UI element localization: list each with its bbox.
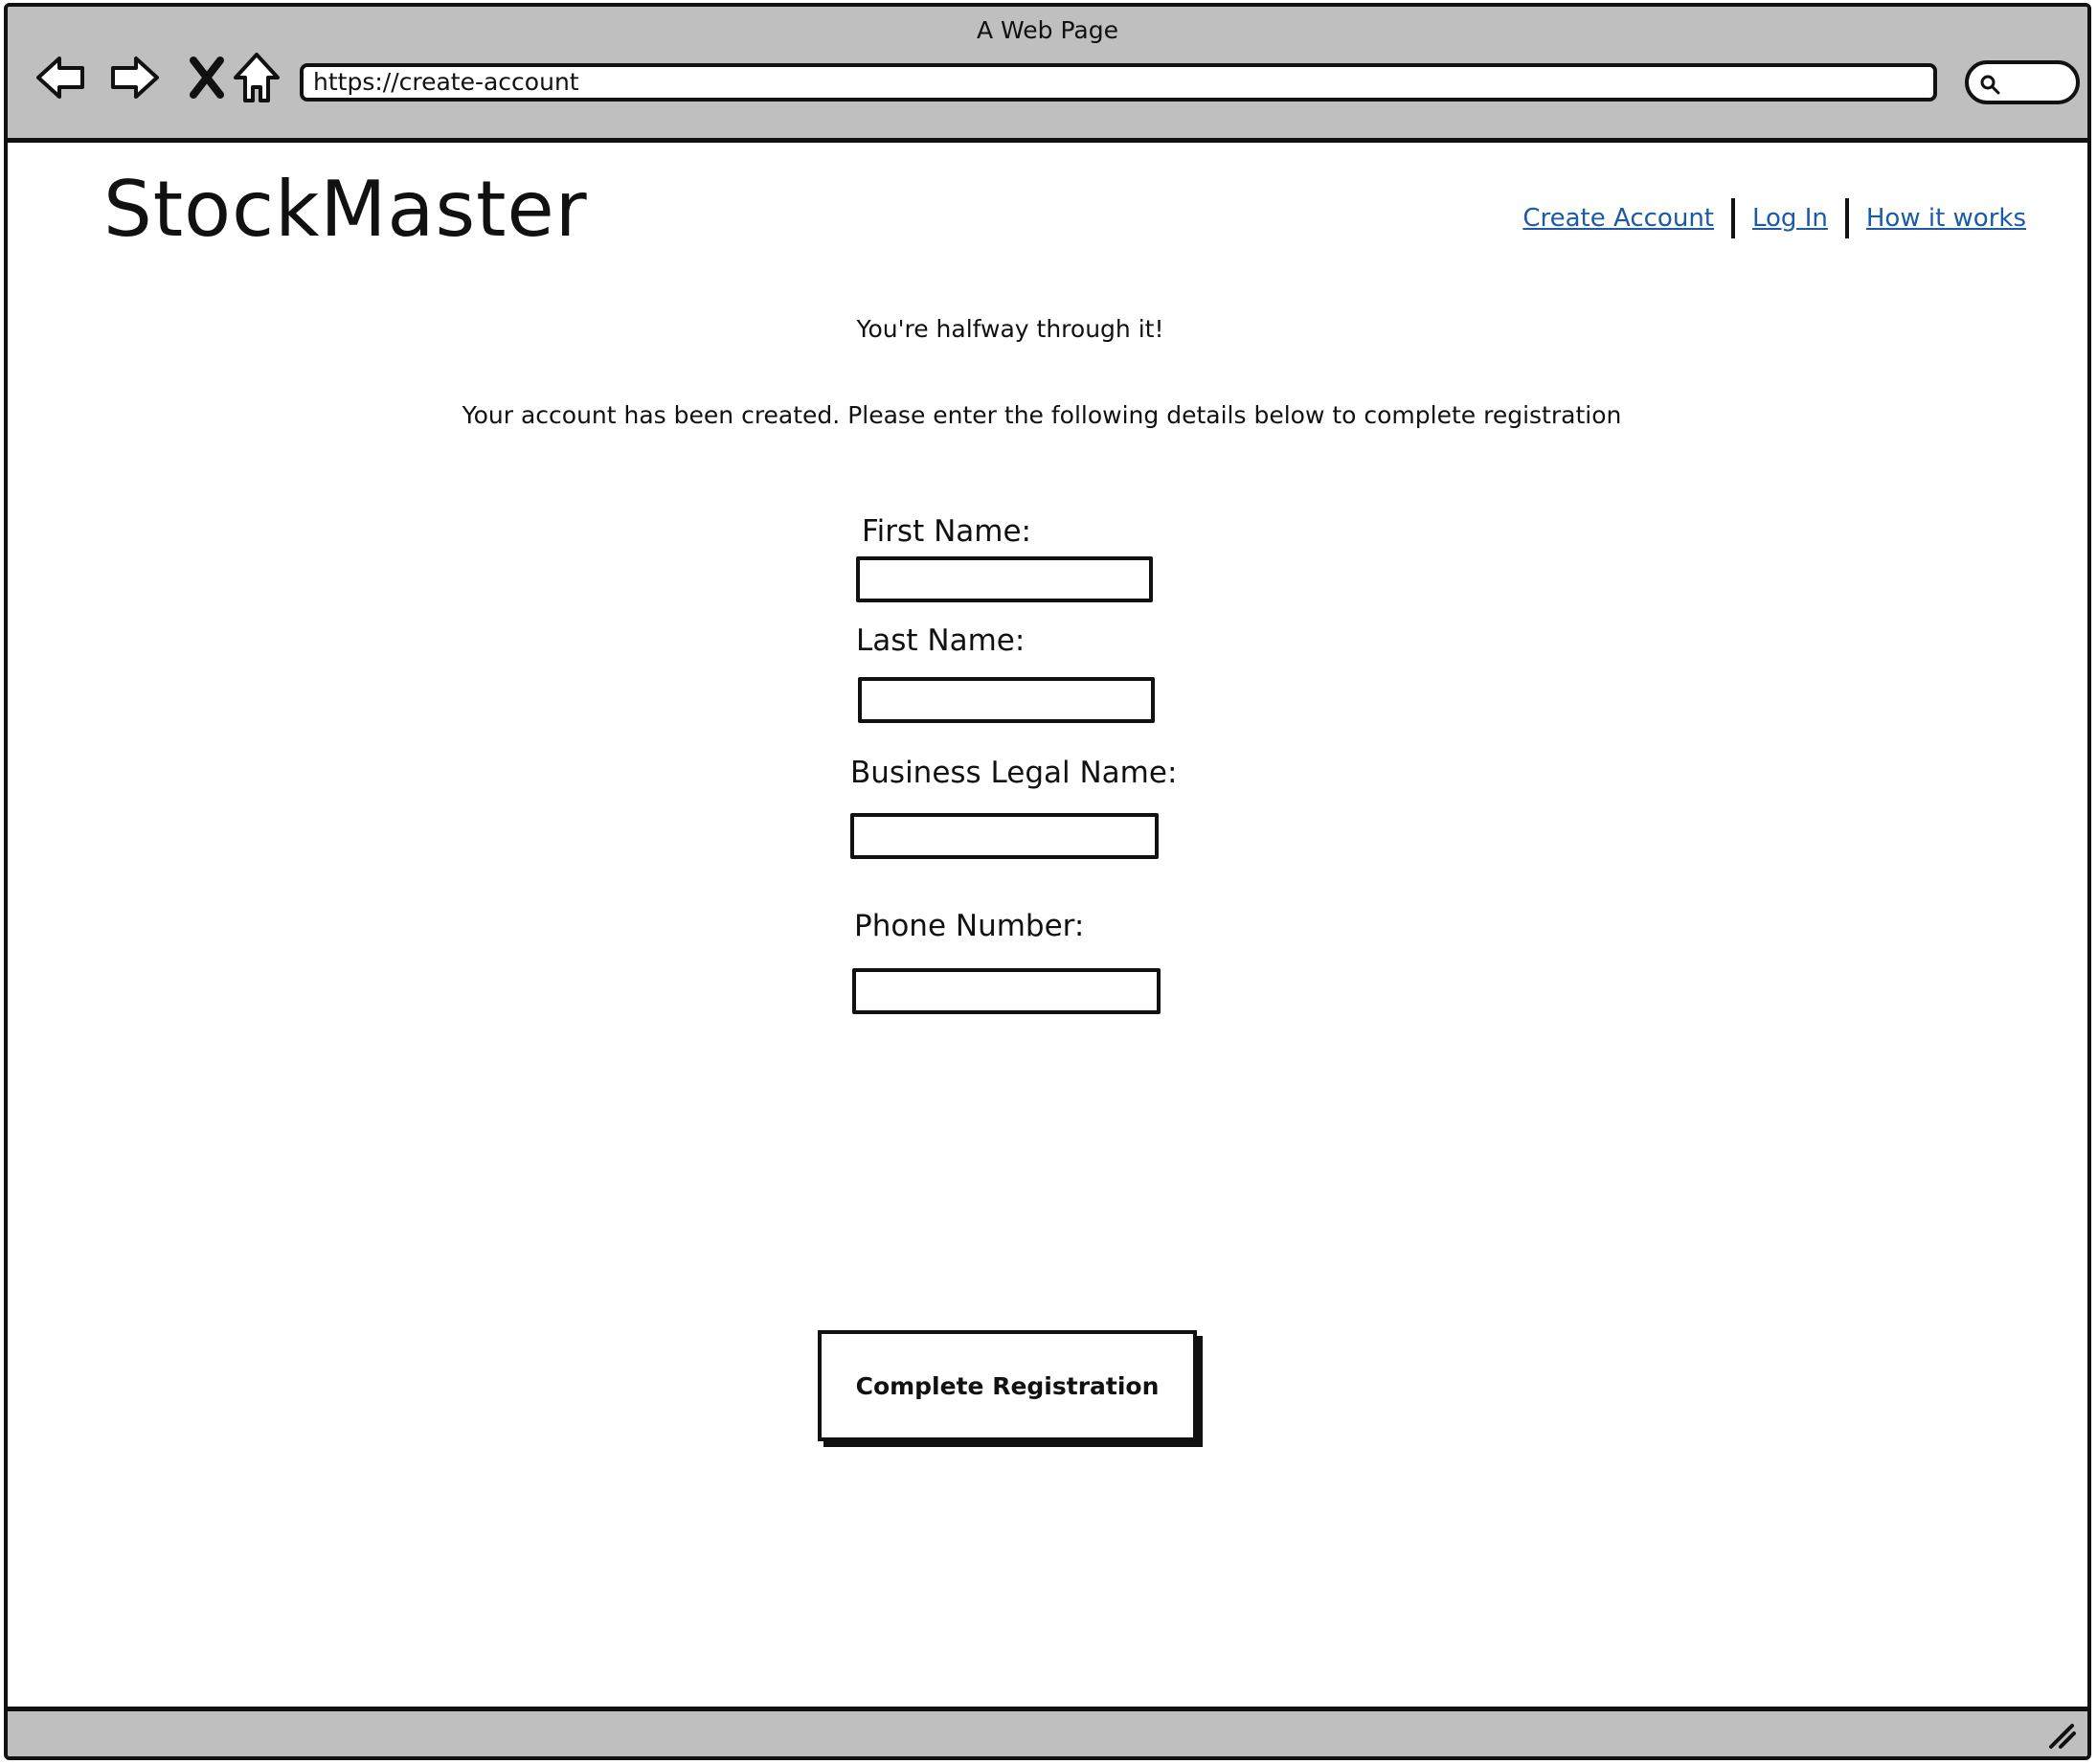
nav-divider: [1844, 198, 1849, 238]
browser-window: A Web Page https://create-account StockM…: [4, 3, 2091, 1760]
back-arrow-icon[interactable]: [33, 49, 90, 106]
browser-status-bar: [8, 1707, 2087, 1756]
phone-number-input[interactable]: [852, 968, 1161, 1014]
first-name-label: First Name:: [862, 514, 1031, 549]
complete-registration-button[interactable]: Complete Registration: [818, 1330, 1197, 1441]
search-icon: [1980, 75, 2000, 95]
business-legal-name-label: Business Legal Name:: [850, 756, 1178, 790]
site-logo: StockMaster: [103, 165, 588, 254]
nav-divider: [1731, 198, 1735, 238]
browser-toolbar: A Web Page https://create-account: [8, 7, 2087, 143]
progress-subtitle: You're halfway through it!: [856, 315, 1164, 343]
top-nav: Create Account Log In How it works: [1522, 198, 2026, 238]
phone-number-label: Phone Number:: [854, 909, 1085, 943]
address-bar[interactable]: https://create-account: [300, 63, 1937, 102]
business-legal-name-input[interactable]: [850, 813, 1159, 859]
create-account-link[interactable]: Create Account: [1522, 204, 1714, 233]
first-name-input[interactable]: [856, 556, 1153, 602]
log-in-link[interactable]: Log In: [1752, 204, 1828, 233]
resize-grip-icon[interactable]: [2045, 1718, 2078, 1751]
window-title: A Web Page: [976, 16, 1119, 44]
forward-arrow-icon[interactable]: [105, 49, 163, 106]
registration-message: Your account has been created. Please en…: [462, 401, 1622, 429]
last-name-input[interactable]: [858, 677, 1155, 723]
last-name-label: Last Name:: [856, 623, 1026, 658]
home-icon[interactable]: [228, 49, 285, 106]
how-it-works-link[interactable]: How it works: [1866, 204, 2026, 233]
browser-search-box[interactable]: [1965, 60, 2080, 104]
close-icon[interactable]: [178, 49, 236, 106]
